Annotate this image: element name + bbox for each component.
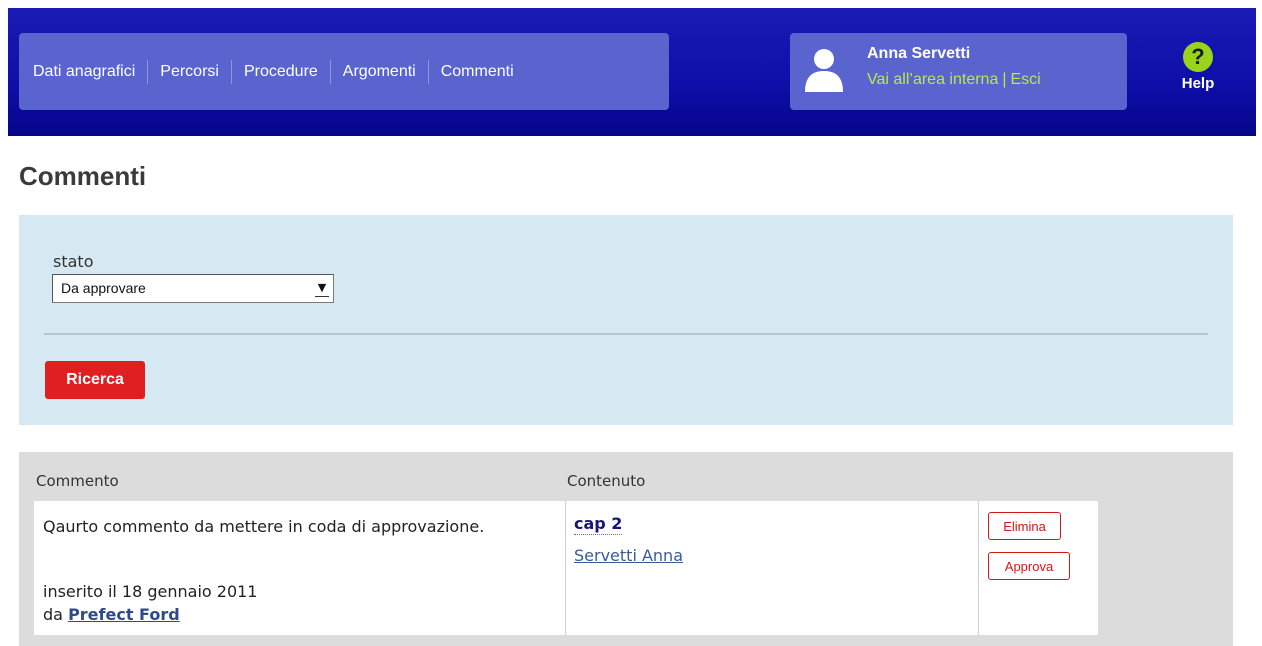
nav-separator — [230, 59, 232, 84]
nav-item-argomenti[interactable]: Argomenti — [343, 63, 416, 81]
delete-button[interactable]: Elimina — [988, 512, 1061, 540]
divider — [44, 333, 1208, 335]
nav-item-dati-anagrafici[interactable]: Dati anagrafici — [33, 63, 135, 81]
comment-cell: Qaurto commento da mettere in coda di ap… — [34, 501, 566, 635]
author-prefix: da — [43, 605, 63, 624]
page-title: Commenti — [19, 161, 147, 191]
results-table: Commento Contenuto Qaurto commento da me… — [19, 452, 1233, 646]
content-author-link[interactable]: Servetti Anna — [574, 546, 683, 565]
status-select[interactable]: Da approvare ▼ — [52, 274, 334, 303]
column-header-commento: Commento — [36, 472, 119, 490]
link-separator: | — [1002, 71, 1007, 88]
filter-panel: stato Da approvare ▼ Ricerca — [19, 215, 1233, 425]
nav-separator — [329, 59, 331, 84]
nav-item-percorsi[interactable]: Percorsi — [160, 63, 219, 81]
user-panel: Anna Servetti Vai all’area interna | Esci — [790, 33, 1127, 110]
table-row: Qaurto commento da mettere in coda di ap… — [34, 501, 1098, 635]
search-button[interactable]: Ricerca — [45, 361, 145, 399]
help-icon: ? — [1183, 42, 1213, 72]
column-header-contenuto: Contenuto — [567, 472, 646, 490]
help-label: Help — [1181, 75, 1215, 92]
nav-separator — [147, 59, 149, 84]
nav-separator — [427, 59, 429, 84]
status-label: stato — [53, 252, 94, 271]
comment-author-line: da Prefect Ford — [43, 603, 257, 626]
nav-item-commenti[interactable]: Commenti — [441, 63, 514, 81]
nav-item-procedure[interactable]: Procedure — [244, 63, 318, 81]
comment-author-link[interactable]: Prefect Ford — [68, 605, 180, 624]
user-avatar-icon — [805, 49, 843, 92]
logout-link[interactable]: Esci — [1011, 71, 1041, 88]
help-button[interactable]: ? Help — [1171, 42, 1225, 102]
comment-text: Qaurto commento da mettere in coda di ap… — [43, 517, 485, 536]
actions-cell: Elimina Approva — [979, 501, 1098, 635]
internal-area-link[interactable]: Vai all’area interna — [867, 71, 998, 88]
user-name: Anna Servetti — [867, 45, 971, 62]
user-links: Vai all’area interna | Esci — [867, 71, 1041, 89]
comment-date: inserito il 18 gennaio 2011 — [43, 582, 258, 601]
content-cell: cap 2 Servetti Anna — [566, 501, 979, 635]
approve-button[interactable]: Approva — [988, 552, 1070, 580]
content-title-link[interactable]: cap 2 — [574, 514, 623, 535]
comment-meta: inserito il 18 gennaio 2011 da Prefect F… — [43, 580, 257, 626]
top-header: Dati anagrafici Percorsi Procedure Argom… — [8, 8, 1256, 136]
status-select-value: Da approvare — [61, 280, 146, 296]
main-nav: Dati anagrafici Percorsi Procedure Argom… — [19, 33, 669, 110]
chevron-down-icon: ▼ — [315, 280, 329, 297]
